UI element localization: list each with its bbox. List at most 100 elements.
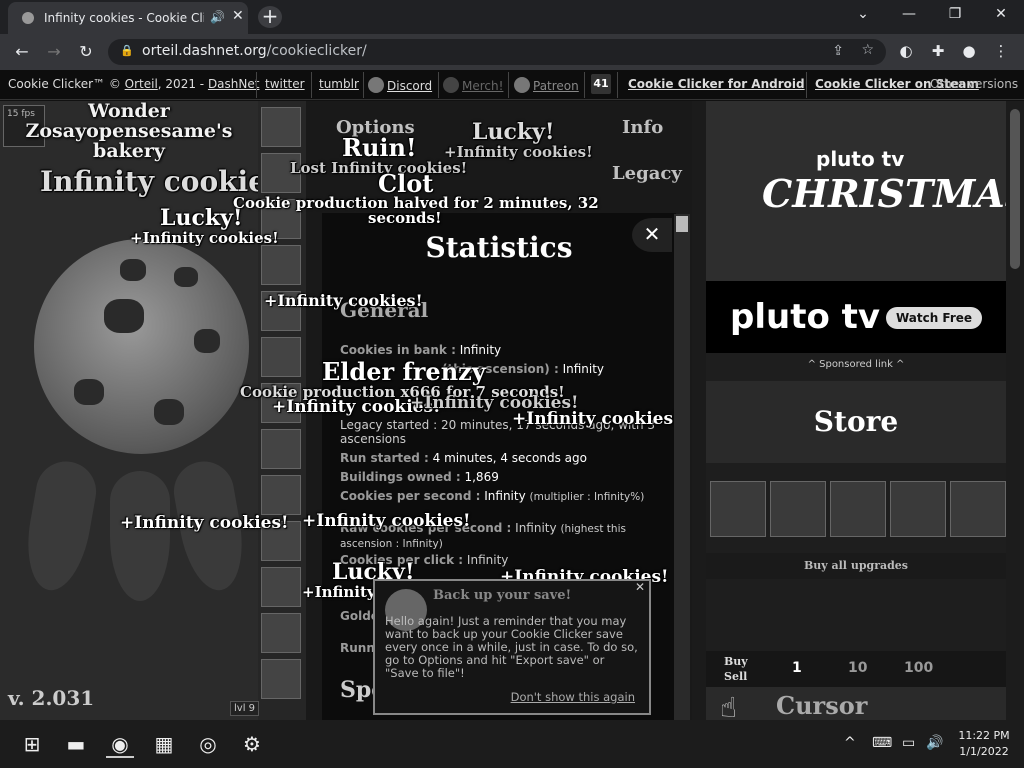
settings-icon[interactable]: ⚙ (238, 730, 266, 758)
divider (508, 72, 509, 98)
backup-notification: Back up your save! ✕ Hello again! Just a… (373, 579, 651, 715)
tab-search-icon[interactable]: ⌄ (848, 6, 878, 22)
legacy-tab[interactable]: Legacy (612, 163, 682, 184)
chevron-up-icon[interactable]: ^ (844, 735, 856, 751)
speaker-icon[interactable]: 🔊 (210, 10, 225, 24)
divider (584, 72, 585, 98)
close-tab-icon[interactable]: ✕ (232, 8, 244, 24)
statistics-scrollbar[interactable] (674, 214, 690, 720)
cookie-favicon-icon (22, 12, 34, 24)
close-notification-icon[interactable]: ✕ (635, 581, 645, 594)
volume-icon[interactable]: 🔊 (926, 735, 943, 751)
url-text: orteil.dashnet.org/cookieclicker/ (142, 43, 367, 59)
watch-free-button[interactable]: Watch Free (886, 307, 982, 329)
building-slot[interactable] (261, 429, 301, 469)
stat-buildings: Buildings owned : 1,869 (340, 470, 499, 484)
building-slot[interactable] (261, 659, 301, 699)
quantity-100[interactable]: 100 (904, 660, 933, 676)
building-slot[interactable] (261, 475, 301, 515)
upgrade-slot[interactable] (950, 481, 1006, 537)
ad-banner-pluto[interactable]: pluto tv Watch Free (706, 281, 1006, 353)
bookmark-star-icon[interactable]: ☆ (861, 42, 874, 58)
restore-button[interactable]: ❐ (940, 6, 970, 22)
android-link[interactable]: Cookie Clicker for Android (628, 77, 805, 91)
discord-link[interactable]: Discord (368, 77, 432, 93)
new-tab-button[interactable]: + (258, 6, 282, 28)
upgrade-slot[interactable] (710, 481, 766, 537)
sponsored-link[interactable]: ^ Sponsored link ^ (706, 359, 1006, 370)
wrinkler[interactable] (110, 471, 170, 601)
building-slot[interactable] (261, 613, 301, 653)
divider (311, 72, 312, 98)
bakery-name[interactable]: Wonder Zosayopensesame's bakery (0, 101, 258, 161)
forward-icon[interactable]: → (42, 42, 66, 61)
merch-link[interactable]: Merch! (443, 77, 503, 93)
quantity-1[interactable]: 1 (792, 660, 802, 676)
puzzle-icon[interactable]: ✚ (927, 42, 949, 60)
twitter-link[interactable]: twitter (265, 77, 305, 91)
building-slot[interactable] (261, 107, 301, 147)
page-scroll-thumb[interactable] (1010, 109, 1020, 269)
orteil-link[interactable]: Orteil (125, 77, 158, 91)
cursor-icon: ☝ (720, 691, 738, 720)
lucky-popup: Lucky! (160, 205, 243, 231)
building-slot[interactable] (261, 567, 301, 607)
discord-icon (368, 77, 384, 93)
infinity-popup: +Infinity cookies! (130, 229, 279, 247)
cursor-building[interactable]: ☝ Cursor (706, 687, 1006, 720)
app-icon[interactable]: ◎ (194, 730, 222, 758)
file-explorer-icon[interactable]: ▬ (62, 730, 90, 758)
infinity-popup: +Infinity cookies! (264, 291, 423, 310)
buy-sell-toggle[interactable]: Buy Sell (724, 654, 748, 684)
ruin-popup: Ruin! (342, 133, 417, 162)
page-scrollbar[interactable] (1006, 101, 1024, 720)
start-icon[interactable]: ⊞ (18, 730, 46, 758)
chrome-icon[interactable]: ◉ (106, 730, 134, 758)
info-tab[interactable]: Info (622, 117, 663, 138)
stat-bank: Cookies in bank : Infinity (340, 343, 502, 357)
browser-tab[interactable]: Infinity cookies - Cookie Click 🔊 ✕ (8, 2, 248, 34)
store-icon[interactable]: ▦ (150, 730, 178, 758)
divider (256, 72, 257, 98)
reload-icon[interactable]: ↻ (74, 42, 98, 61)
minimize-button[interactable]: — (894, 6, 924, 22)
big-cookie[interactable] (34, 239, 249, 454)
cursor-name: Cursor (776, 691, 868, 720)
dont-show-again-link[interactable]: Don't show this again (511, 691, 635, 704)
address-bar[interactable]: 🔒 orteil.dashnet.org/cookieclicker/ ⇪ ☆ (108, 39, 886, 65)
quantity-10[interactable]: 10 (848, 660, 867, 676)
divider (806, 72, 807, 98)
close-window-button[interactable]: ✕ (986, 6, 1016, 22)
address-toolbar: ← → ↻ 🔒 orteil.dashnet.org/cookieclicker… (0, 34, 1024, 70)
close-statistics-button[interactable]: ✕ (632, 218, 672, 252)
upgrade-slot[interactable] (770, 481, 826, 537)
upgrade-slot[interactable] (830, 481, 886, 537)
dashnet-link[interactable]: DashNet (208, 77, 260, 91)
upgrade-slot[interactable] (890, 481, 946, 537)
buy-sell-row: Buy Sell 1 10 100 (706, 651, 1006, 687)
building-slot[interactable] (261, 245, 301, 285)
extension-icon[interactable]: ◐ (895, 42, 917, 60)
share-icon[interactable]: ⇪ (832, 43, 844, 59)
wrinkler[interactable] (19, 456, 101, 596)
clock[interactable]: 11:22 PM 1/1/2022 (952, 728, 1016, 760)
ad-christmas: CHRISTMAS (762, 171, 1006, 216)
scroll-thumb[interactable] (676, 216, 688, 232)
back-icon[interactable]: ← (10, 42, 34, 61)
level-badge: lvl 9 (230, 701, 260, 716)
lock-icon[interactable]: 🔒 (120, 44, 134, 57)
infinity-popup: +Infinity cookies! (302, 511, 471, 531)
patreon-link[interactable]: Patreon (514, 77, 579, 93)
game-top-bar: Cookie Clicker™ © Orteil, 2021 - DashNet… (0, 70, 1024, 100)
tumblr-link[interactable]: tumblr (319, 77, 359, 91)
network-icon[interactable]: ▭ (902, 735, 915, 751)
other-versions-link[interactable]: Other versions (930, 77, 1018, 91)
keyboard-icon[interactable]: ⌨ (872, 735, 892, 751)
ad-banner-christmas[interactable]: pluto tv CHRISTMAS (706, 101, 1006, 281)
notification-badge[interactable]: 41 (591, 74, 611, 94)
ad-brand: pluto tv (816, 147, 905, 171)
profile-icon[interactable]: ● (958, 42, 980, 60)
menu-kebab-icon[interactable]: ⋮ (990, 42, 1012, 60)
building-slot[interactable] (261, 337, 301, 377)
buy-all-upgrades-button[interactable]: Buy all upgrades (706, 553, 1006, 579)
